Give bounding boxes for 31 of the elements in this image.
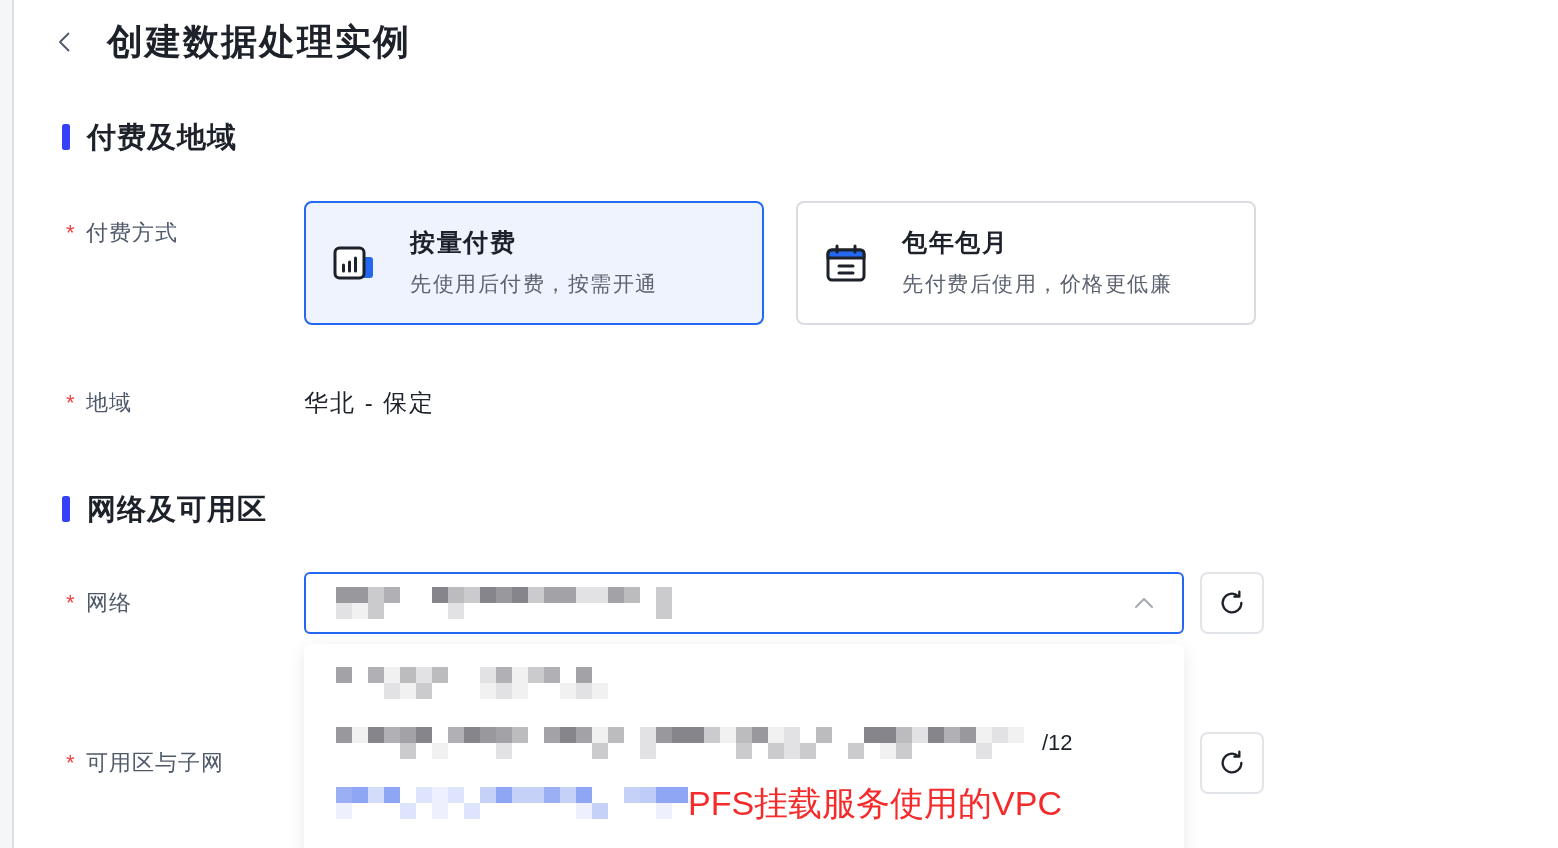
required-mark: * bbox=[66, 590, 75, 616]
refresh-button[interactable] bbox=[1200, 732, 1264, 794]
section-title: 付费及地域 bbox=[87, 120, 237, 154]
card-description: 先使用后付费，按需开通 bbox=[410, 271, 658, 297]
required-mark: * bbox=[66, 750, 75, 776]
required-mark: * bbox=[66, 220, 75, 246]
field-label: 地域 bbox=[85, 390, 132, 416]
option-text: /12 bbox=[1042, 729, 1073, 757]
dropdown-option[interactable]: PFS挂载服务使用的VPC bbox=[304, 773, 1184, 833]
select-field[interactable] bbox=[304, 572, 1184, 634]
dropdown-option[interactable]: /12 bbox=[304, 713, 1184, 773]
calendar-icon bbox=[825, 244, 867, 282]
accent-bar-icon bbox=[62, 124, 70, 150]
payment-option-card[interactable]: 按量付费 先使用后付费，按需开通 bbox=[304, 201, 764, 325]
chevron-up-icon bbox=[1134, 597, 1154, 609]
refresh-button[interactable] bbox=[1200, 572, 1264, 634]
section-title: 网络及可用区 bbox=[87, 492, 267, 526]
card-title: 按量付费 bbox=[410, 227, 517, 257]
field-label: 付费方式 bbox=[85, 220, 178, 246]
card-description: 先付费后使用，价格更低廉 bbox=[902, 271, 1172, 297]
field-value: 华北 - 保定 bbox=[304, 388, 436, 418]
field-label: 可用区与子网 bbox=[85, 750, 224, 776]
back-icon[interactable] bbox=[58, 32, 70, 52]
accent-bar-icon bbox=[62, 496, 70, 522]
annotation-text: PFS挂载服务使用的VPC bbox=[688, 783, 1063, 823]
payment-option-card[interactable]: 包年包月 先付费后使用，价格更低廉 bbox=[796, 201, 1256, 325]
card-title: 包年包月 bbox=[902, 227, 1009, 257]
page-title: 创建数据处理实例 bbox=[107, 20, 411, 64]
required-mark: * bbox=[66, 390, 75, 416]
field-label: 网络 bbox=[85, 590, 132, 616]
bar-chart-icon bbox=[333, 244, 375, 282]
